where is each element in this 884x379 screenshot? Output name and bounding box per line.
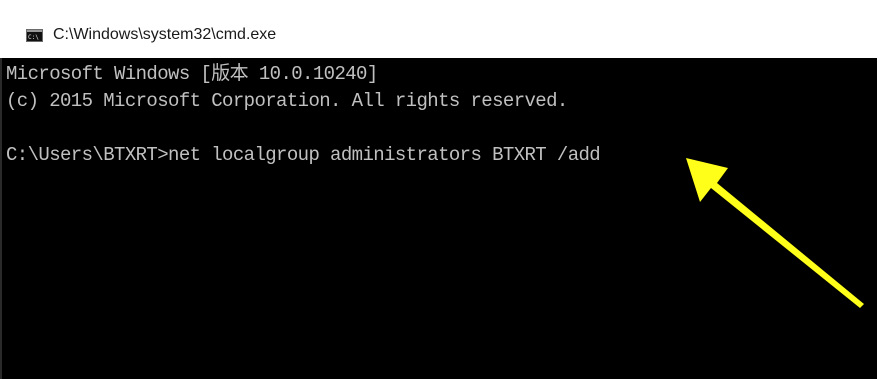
cmd-icon: C:\ (26, 29, 43, 42)
console-output-area[interactable]: Microsoft Windows [版本 10.0.10240] (c) 20… (0, 58, 877, 379)
console-command-line: C:\Users\BTXRT>net localgroup administra… (6, 144, 601, 166)
window-right-edge (877, 58, 884, 379)
console-line-version: Microsoft Windows [版本 10.0.10240] (6, 63, 378, 85)
title-bar[interactable]: C:\ C:\Windows\system32\cmd.exe (0, 0, 884, 58)
cmd-window: C:\ C:\Windows\system32\cmd.exe Microsof… (0, 0, 884, 379)
window-title: C:\Windows\system32\cmd.exe (53, 26, 277, 43)
svg-text:C:\: C:\ (28, 34, 39, 41)
console-line-copyright: (c) 2015 Microsoft Corporation. All righ… (6, 90, 568, 112)
